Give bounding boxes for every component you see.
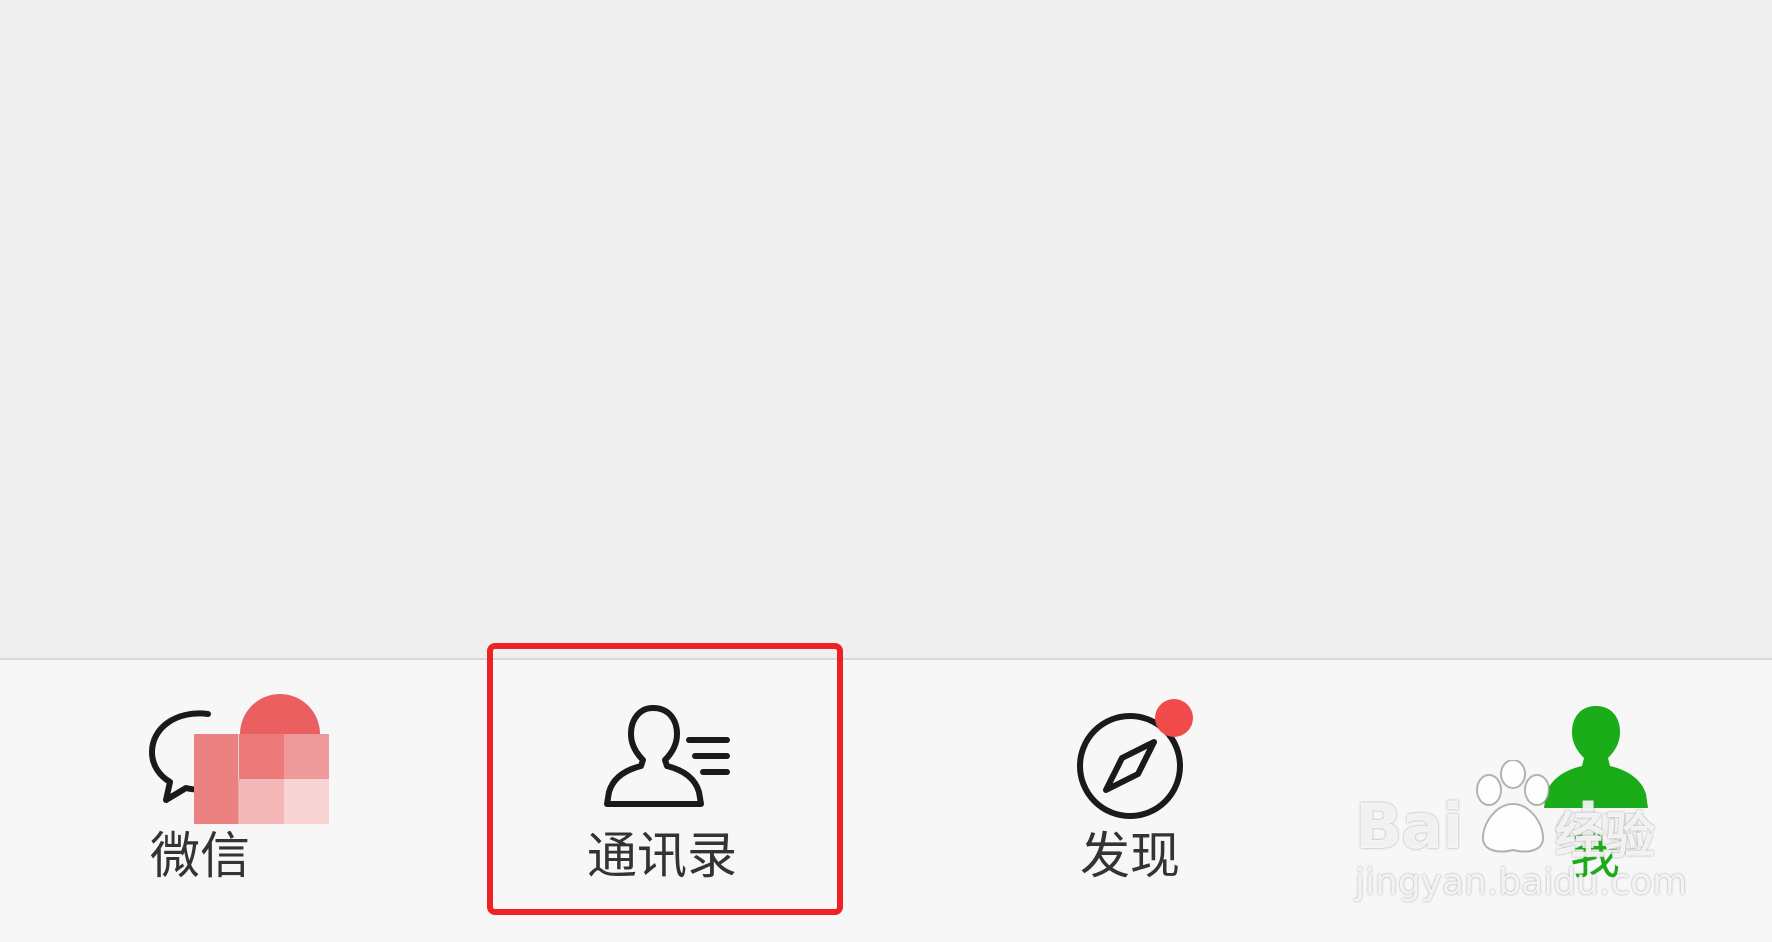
main-content-area — [0, 0, 1772, 658]
person-icon — [1544, 706, 1648, 808]
app-screen: 微信 通讯录 发现 我 Bai du 经验 jingyan.baidu.com — [0, 0, 1772, 942]
tab-discover[interactable]: 发现 — [1000, 660, 1330, 942]
blurred-avatar-image — [194, 694, 330, 824]
notification-dot — [1155, 699, 1193, 737]
compass-icon — [1077, 699, 1193, 819]
bottom-tab-bar: 微信 通讯录 发现 我 — [0, 658, 1772, 942]
tab-label-contacts: 通讯录 — [587, 827, 737, 885]
tab-label-chats: 微信 — [150, 827, 250, 885]
tab-chats[interactable]: 微信 — [80, 660, 440, 942]
tab-label-me: 我 — [1570, 827, 1620, 885]
tab-me[interactable]: 我 — [1440, 660, 1770, 942]
tab-contacts[interactable]: 通讯录 — [495, 660, 845, 942]
tab-label-discover: 发现 — [1080, 827, 1180, 885]
contacts-icon — [604, 705, 730, 807]
